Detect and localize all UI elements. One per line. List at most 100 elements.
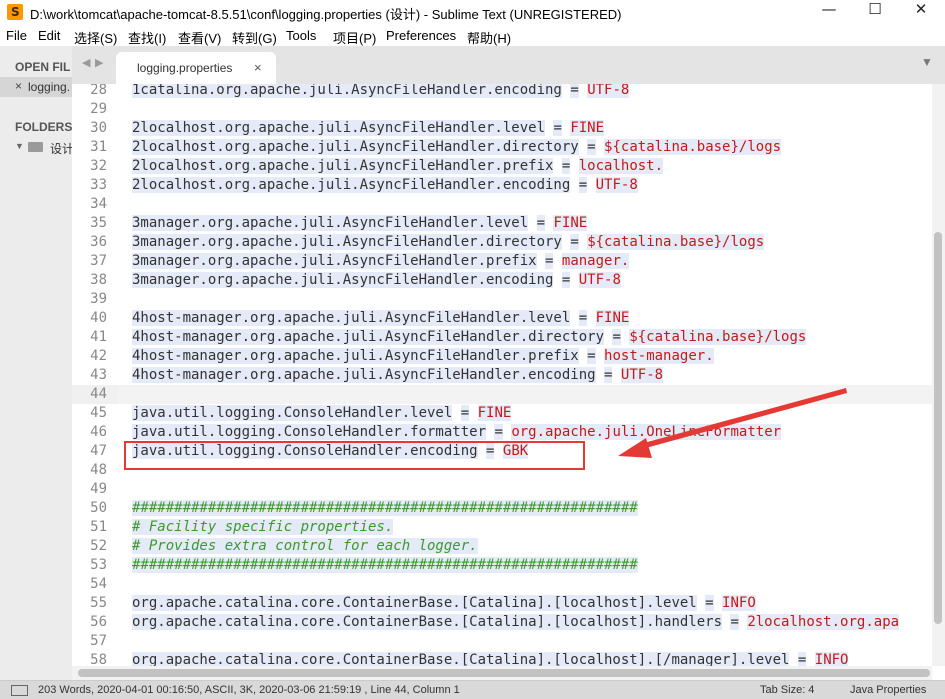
property-value: UTF-8 [595, 177, 638, 193]
open-file-item[interactable]: × logging. [0, 77, 72, 97]
code-line: 2localhost.org.apache.juli.AsyncFileHand… [132, 157, 664, 176]
syntax-selector[interactable]: Java Properties [850, 684, 926, 696]
console-toggle-icon[interactable] [11, 685, 28, 696]
line-number: 30 [90, 120, 107, 136]
line-number: 50 [90, 500, 107, 516]
menu-find[interactable]: 查找(I) [128, 28, 166, 47]
line-number: 57 [90, 633, 107, 649]
equals-sign: = [578, 177, 588, 193]
property-value: UTF-8 [587, 84, 630, 98]
code-line: 1catalina.org.apache.juli.AsyncFileHandl… [132, 84, 630, 100]
maximize-button[interactable]: ☐ [852, 0, 898, 24]
folder-name: 设计 [50, 142, 72, 156]
property-key: 2localhost.org.apache.juli.AsyncFileHand… [132, 120, 546, 136]
code-line: 3manager.org.apache.juli.AsyncFileHandle… [132, 271, 621, 290]
window-title: D:\work\tomcat\apache-tomcat-8.5.51\conf… [30, 7, 622, 22]
status-info: 203 Words, 2020-04-01 00:16:50, ASCII, 3… [38, 684, 460, 696]
close-window-button[interactable]: ✕ [898, 0, 944, 24]
menu-file[interactable]: File [6, 28, 27, 43]
menu-goto[interactable]: 转到(G) [232, 28, 277, 47]
close-icon[interactable]: × [15, 79, 22, 93]
property-value: localhost. [578, 158, 664, 174]
property-key: 1catalina.org.apache.juli.AsyncFileHandl… [132, 84, 562, 98]
menu-selection[interactable]: 选择(S) [74, 28, 117, 47]
line-number: 56 [90, 614, 107, 630]
equals-sign: = [705, 595, 714, 611]
folder-item[interactable]: ▼ 设计 [0, 138, 72, 156]
code-line: 2localhost.org.apache.juli.AsyncFileHand… [132, 119, 605, 138]
code-line: ########################################… [132, 556, 638, 575]
vertical-scrollbar[interactable] [932, 84, 945, 666]
line-number: 54 [90, 576, 107, 592]
property-key: org.apache.catalina.core.ContainerBase.[… [132, 652, 790, 666]
line-number: 46 [90, 424, 107, 440]
folder-icon [28, 142, 43, 152]
open-file-name: logging. [28, 80, 71, 94]
code-line: ########################################… [132, 499, 638, 518]
horizontal-scroll-thumb[interactable] [78, 669, 930, 677]
line-number: 40 [90, 310, 107, 326]
minimize-button[interactable]: — [806, 0, 852, 24]
tab-nav-left-icon[interactable]: ◀ [82, 56, 90, 69]
line-number: 44 [90, 386, 107, 402]
line-number: 37 [90, 253, 107, 269]
property-value: ${catalina.base}/logs [587, 234, 765, 250]
line-number: 58 [90, 652, 107, 666]
property-key: 2localhost.org.apache.juli.AsyncFileHand… [132, 177, 571, 193]
equals-sign: = [578, 310, 588, 326]
menu-view[interactable]: 查看(V) [178, 28, 221, 47]
equals-sign: = [494, 424, 503, 440]
property-key: 3manager.org.apache.juli.AsyncFileHandle… [132, 215, 529, 231]
line-number: 36 [90, 234, 107, 250]
close-icon[interactable]: × [254, 60, 262, 75]
tab-logging-properties[interactable]: logging.properties × [116, 52, 276, 84]
property-value: INFO [722, 595, 756, 611]
horizontal-scrollbar[interactable] [72, 666, 932, 680]
line-number: 45 [90, 405, 107, 421]
equals-sign: = [612, 329, 621, 345]
tab-nav-right-icon[interactable]: ▶ [95, 56, 103, 69]
menu-tools[interactable]: Tools [286, 28, 316, 43]
tab-size-selector[interactable]: Tab Size: 4 [760, 684, 814, 696]
vertical-scroll-thumb[interactable] [934, 232, 942, 624]
line-number: 35 [90, 215, 107, 231]
menu-preferences[interactable]: Preferences [386, 28, 456, 43]
property-key: 4host-manager.org.apache.juli.AsyncFileH… [132, 348, 579, 364]
annotation-highlight-box [124, 441, 585, 470]
line-number: 34 [90, 196, 107, 212]
menu-project[interactable]: 项目(P) [333, 28, 376, 47]
code-line: 2localhost.org.apache.juli.AsyncFileHand… [132, 176, 638, 195]
property-value: FINE [595, 310, 630, 326]
tab-bar: ◀ ▶ logging.properties × ▼ [72, 46, 945, 85]
sublime-app-icon: S [7, 4, 23, 20]
property-key: 4host-manager.org.apache.juli.AsyncFileH… [132, 329, 605, 345]
property-value: UTF-8 [620, 367, 664, 383]
menu-edit[interactable]: Edit [38, 28, 60, 43]
equals-sign: = [553, 120, 562, 136]
property-value: FINE [477, 405, 512, 421]
title-bar: S D:\work\tomcat\apache-tomcat-8.5.51\co… [0, 0, 945, 24]
menu-bar: File Edit 选择(S) 查找(I) 查看(V) 转到(G) Tools … [0, 24, 945, 46]
code-line: org.apache.catalina.core.ContainerBase.[… [132, 651, 849, 666]
code-editor[interactable]: 1catalina.org.apache.juli.AsyncFileHandl… [118, 84, 932, 666]
chevron-down-icon[interactable]: ▼ [15, 141, 24, 151]
code-line: 4host-manager.org.apache.juli.AsyncFileH… [132, 309, 630, 328]
property-value: org.apache.juli.OneLineFormatter [511, 424, 782, 440]
tab-list-chevron-icon[interactable]: ▼ [921, 55, 933, 69]
property-value: INFO [814, 652, 849, 666]
code-line: org.apache.catalina.core.ContainerBase.[… [132, 594, 756, 613]
equals-sign: = [460, 405, 470, 421]
property-value: host-manager. [604, 348, 714, 364]
equals-sign: = [570, 84, 579, 98]
menu-help[interactable]: 帮助(H) [467, 28, 511, 47]
code-line: java.util.logging.ConsoleHandler.formatt… [132, 423, 782, 442]
